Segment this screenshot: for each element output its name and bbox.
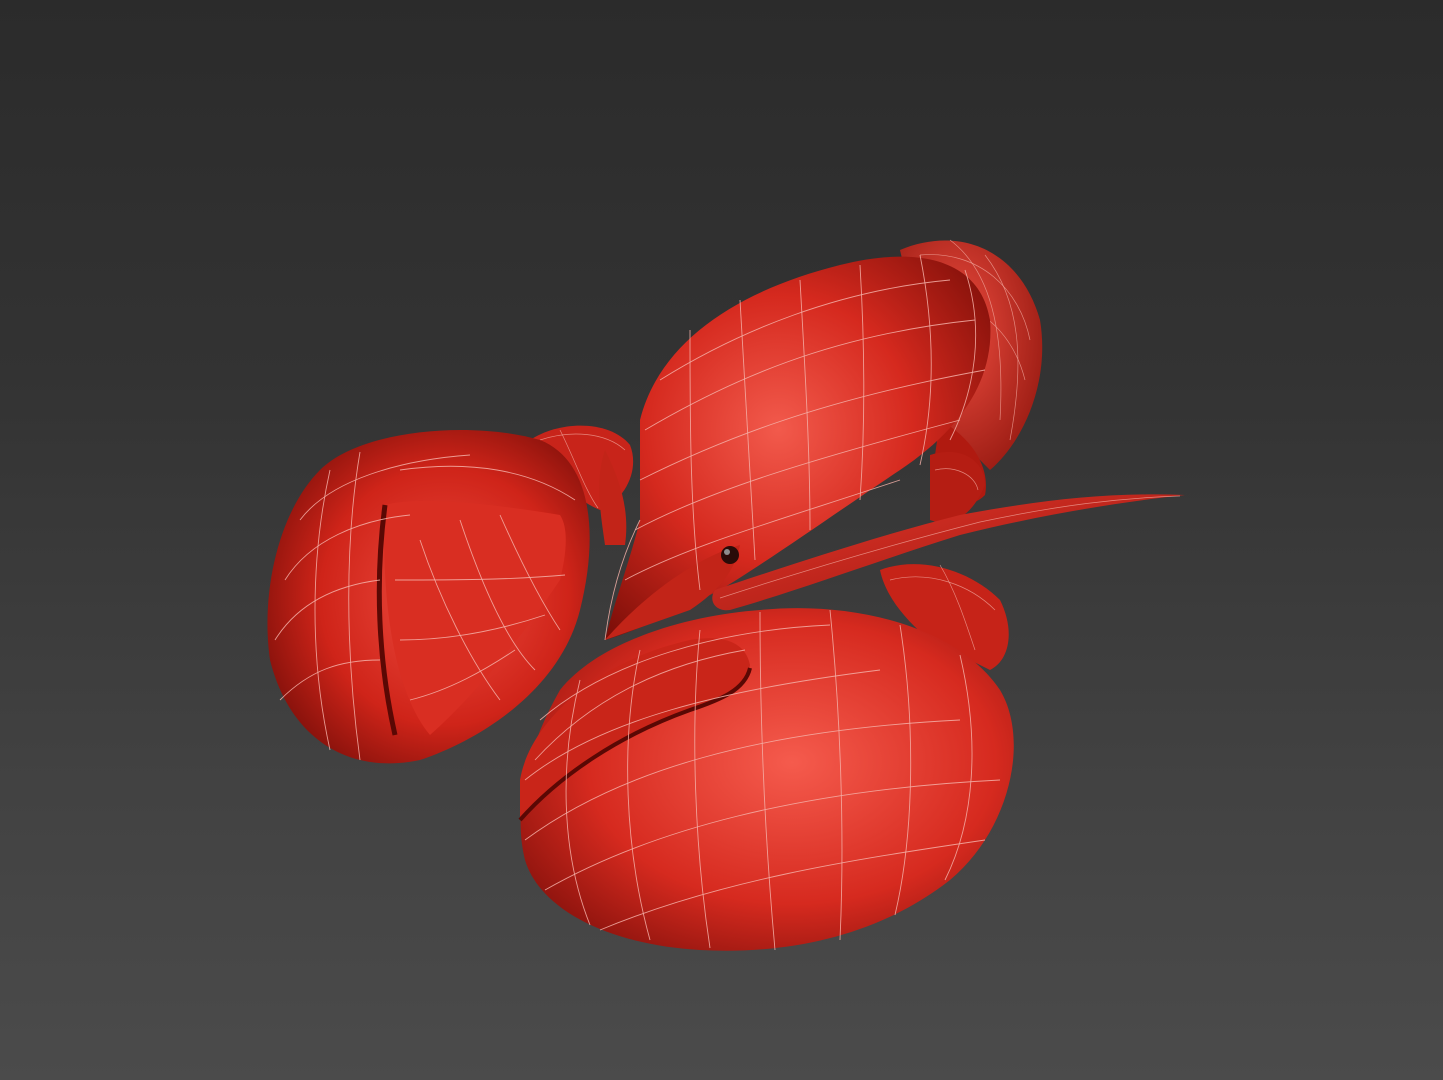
3d-viewport[interactable] <box>0 0 1443 1080</box>
eye <box>721 546 739 564</box>
left-claw <box>267 430 590 764</box>
right-claw <box>518 608 1014 951</box>
lobster-model[interactable] <box>0 0 1443 1080</box>
